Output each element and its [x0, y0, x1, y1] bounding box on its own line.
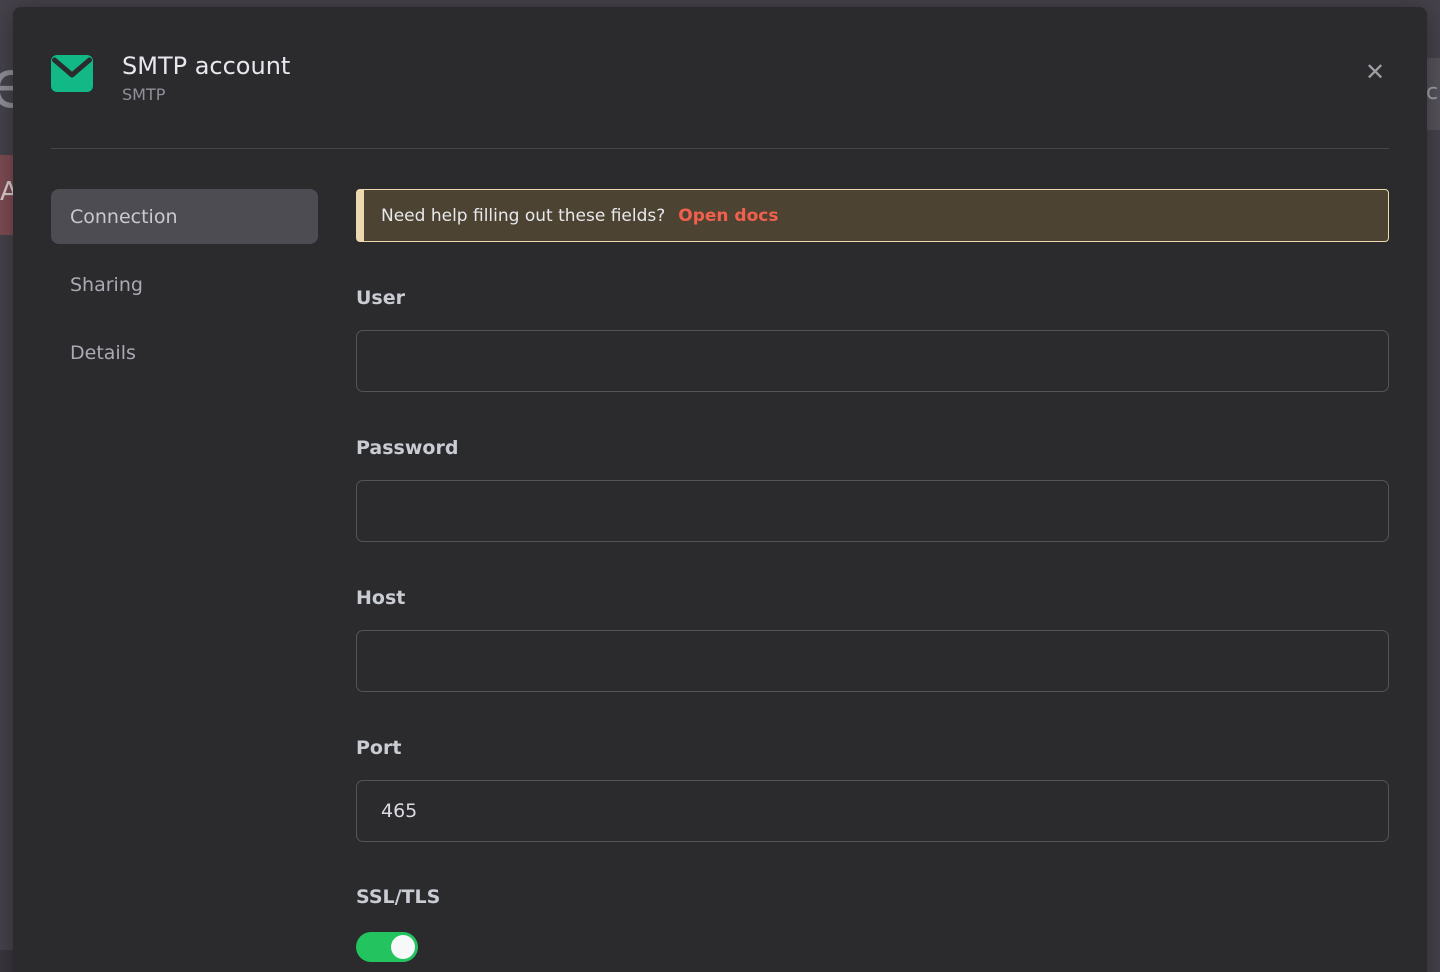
modal-subtitle: SMTP — [122, 85, 290, 104]
docs-help-banner: Need help filling out these fields? Open… — [356, 189, 1389, 242]
host-field-group: Host — [356, 588, 1389, 692]
modal-body: Connection Sharing Details Need help fil… — [13, 149, 1427, 962]
open-docs-link[interactable]: Open docs — [678, 206, 778, 226]
port-input[interactable] — [356, 780, 1389, 842]
connection-form: Need help filling out these fields? Open… — [356, 189, 1389, 962]
password-label: Password — [356, 438, 1389, 459]
password-input[interactable] — [356, 480, 1389, 542]
tab-connection[interactable]: Connection — [51, 189, 318, 244]
host-input[interactable] — [356, 630, 1389, 692]
port-field-group: Port — [356, 738, 1389, 842]
modal-title: SMTP account — [122, 52, 290, 80]
ssl-toggle[interactable] — [356, 932, 418, 962]
user-label: User — [356, 288, 1389, 309]
password-field-group: Password — [356, 438, 1389, 542]
credential-modal: SMTP account SMTP ✕ Connection Sharing D… — [13, 7, 1427, 972]
help-banner-text: Need help filling out these fields? — [381, 206, 665, 226]
modal-header: SMTP account SMTP ✕ — [13, 7, 1427, 104]
close-icon[interactable]: ✕ — [1361, 58, 1389, 86]
user-field-group: User — [356, 288, 1389, 392]
tab-sharing[interactable]: Sharing — [51, 257, 318, 312]
background-alert-banner-fragment: Ac — [0, 155, 13, 235]
smtp-envelope-icon — [51, 52, 93, 95]
port-label: Port — [356, 738, 1389, 759]
ssl-field-group: SSL/TLS — [356, 887, 1389, 962]
tab-details[interactable]: Details — [51, 325, 318, 380]
modal-title-block: SMTP account SMTP — [122, 52, 290, 104]
ssl-toggle-knob — [391, 935, 415, 959]
background-footer-fragment — [0, 950, 13, 972]
ssl-label: SSL/TLS — [356, 887, 1389, 908]
credential-tabs-sidebar: Connection Sharing Details — [51, 189, 318, 962]
host-label: Host — [356, 588, 1389, 609]
user-input[interactable] — [356, 330, 1389, 392]
